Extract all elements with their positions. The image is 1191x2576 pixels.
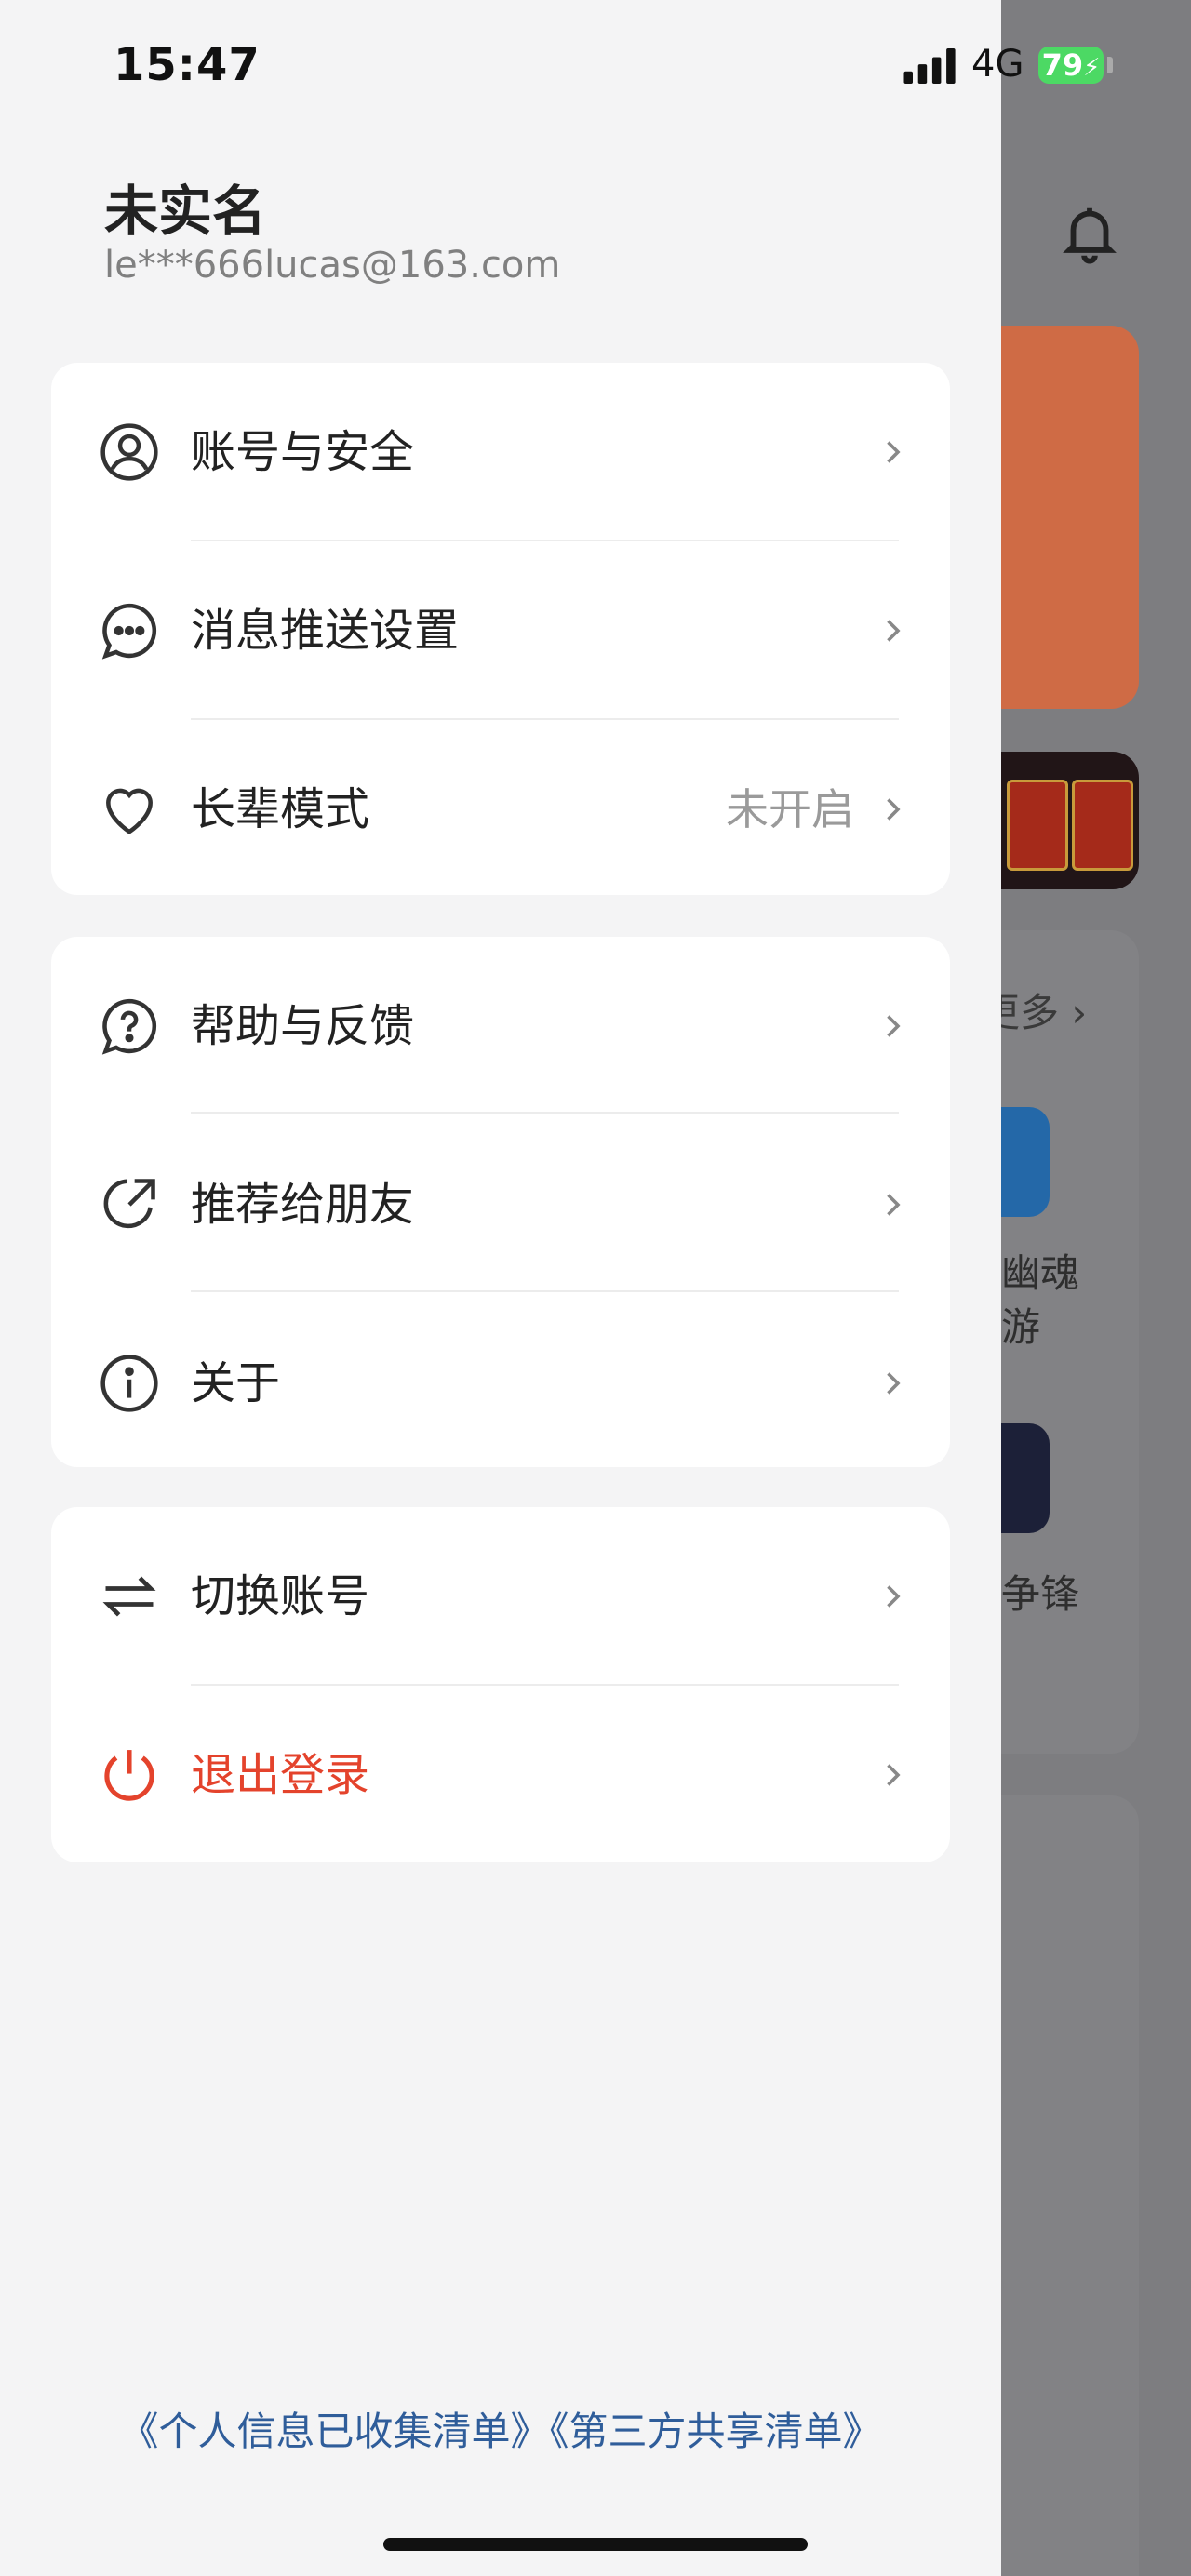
share-icon bbox=[103, 1179, 155, 1229]
menu-item-label: 关于 bbox=[191, 1357, 281, 1409]
info-icon bbox=[100, 1355, 158, 1412]
background-app-icon[interactable] bbox=[1001, 1423, 1050, 1533]
background-app-name: 幽魂游 bbox=[1001, 1247, 1079, 1355]
menu-item-label: 帮助与反馈 bbox=[191, 1000, 415, 1052]
background-more-link[interactable]: 更多 › bbox=[1001, 981, 1087, 1038]
chevron-right-icon bbox=[887, 441, 901, 463]
profile-name[interactable]: 未实名 bbox=[104, 167, 266, 246]
menu-item-about[interactable]: 关于 bbox=[51, 1294, 950, 1473]
menu-item-label: 账号与安全 bbox=[191, 426, 415, 478]
background-app-icon[interactable] bbox=[1001, 1107, 1050, 1217]
menu-item-elder-mode[interactable]: 长辈模式 未开启 bbox=[51, 720, 950, 899]
profile-email: le***666lucas@163.com bbox=[104, 244, 561, 287]
divider bbox=[191, 1290, 899, 1292]
help-icon bbox=[101, 998, 157, 1055]
status-bar: 15:47 4G 79⚡ bbox=[0, 0, 1191, 130]
personal-info-list-link[interactable]: 《个人信息已收集清单》 bbox=[119, 2409, 549, 2454]
chevron-right-icon bbox=[887, 1585, 901, 1608]
battery-tip bbox=[1107, 57, 1113, 73]
menu-item-account-security[interactable]: 账号与安全 bbox=[51, 363, 950, 541]
battery-icon: 79⚡ bbox=[1038, 47, 1104, 84]
divider bbox=[191, 1112, 899, 1114]
chevron-right-icon bbox=[887, 798, 901, 821]
chevron-right-icon bbox=[887, 1372, 901, 1395]
app1-name: 幽魂 bbox=[1001, 1250, 1080, 1296]
chevron-right-icon bbox=[887, 1015, 901, 1037]
menu-item-switch-account[interactable]: 切换账号 bbox=[51, 1507, 950, 1686]
chat-bubble-icon bbox=[101, 603, 157, 660]
background-panel bbox=[1001, 1795, 1139, 2576]
home-indicator[interactable] bbox=[383, 2538, 808, 2551]
swap-icon bbox=[102, 1576, 156, 1617]
more-label: 更多 bbox=[1001, 990, 1060, 1035]
chevron-right-icon bbox=[887, 620, 901, 642]
battery-level: 79 bbox=[1041, 47, 1084, 83]
background-app-name: 争锋 bbox=[1001, 1571, 1080, 1617]
menu-item-push-settings[interactable]: 消息推送设置 bbox=[51, 541, 950, 720]
menu-item-label: 退出登录 bbox=[191, 1749, 370, 1801]
background-app[interactable]: 更多 › 幽魂游 争锋 bbox=[1001, 0, 1191, 2576]
status-time: 15:47 bbox=[114, 39, 261, 91]
chevron-right-icon bbox=[887, 1764, 901, 1786]
menu-item-label: 切换账号 bbox=[191, 1570, 370, 1622]
menu-item-logout[interactable]: 退出登录 bbox=[51, 1686, 950, 1864]
third-party-list-link[interactable]: 《第三方共享清单》 bbox=[550, 2409, 882, 2454]
settings-group-session: 切换账号 退出登录 bbox=[51, 1507, 950, 1862]
elder-mode-status: 未开启 bbox=[726, 784, 854, 834]
footer-links: 《个人信息已收集清单》《第三方共享清单》 bbox=[0, 2400, 1001, 2457]
signal-icon bbox=[903, 48, 956, 84]
chevron-right-icon bbox=[887, 1194, 901, 1216]
network-type: 4G bbox=[971, 43, 1024, 86]
menu-item-recommend-friend[interactable]: 推荐给朋友 bbox=[51, 1115, 950, 1294]
user-circle-icon bbox=[100, 423, 158, 481]
menu-item-help-feedback[interactable]: 帮助与反馈 bbox=[51, 937, 950, 1115]
background-banner[interactable] bbox=[1001, 326, 1139, 709]
app1-sub: 游 bbox=[1001, 1304, 1041, 1350]
background-image-strip[interactable] bbox=[1001, 752, 1139, 889]
settings-group-account: 账号与安全 消息推送设置 长辈模式 未开启 bbox=[51, 363, 950, 895]
heart-icon bbox=[106, 788, 153, 834]
menu-item-label: 推荐给朋友 bbox=[191, 1179, 415, 1231]
power-icon bbox=[104, 1750, 154, 1801]
settings-group-help: 帮助与反馈 推荐给朋友 关于 bbox=[51, 937, 950, 1467]
menu-item-label: 消息推送设置 bbox=[191, 605, 460, 657]
menu-item-label: 长辈模式 bbox=[191, 783, 370, 835]
bell-icon[interactable] bbox=[1057, 200, 1122, 265]
side-drawer: 未实名 le***666lucas@163.com 账号与安全 消息推送设置 长… bbox=[0, 0, 1001, 2576]
